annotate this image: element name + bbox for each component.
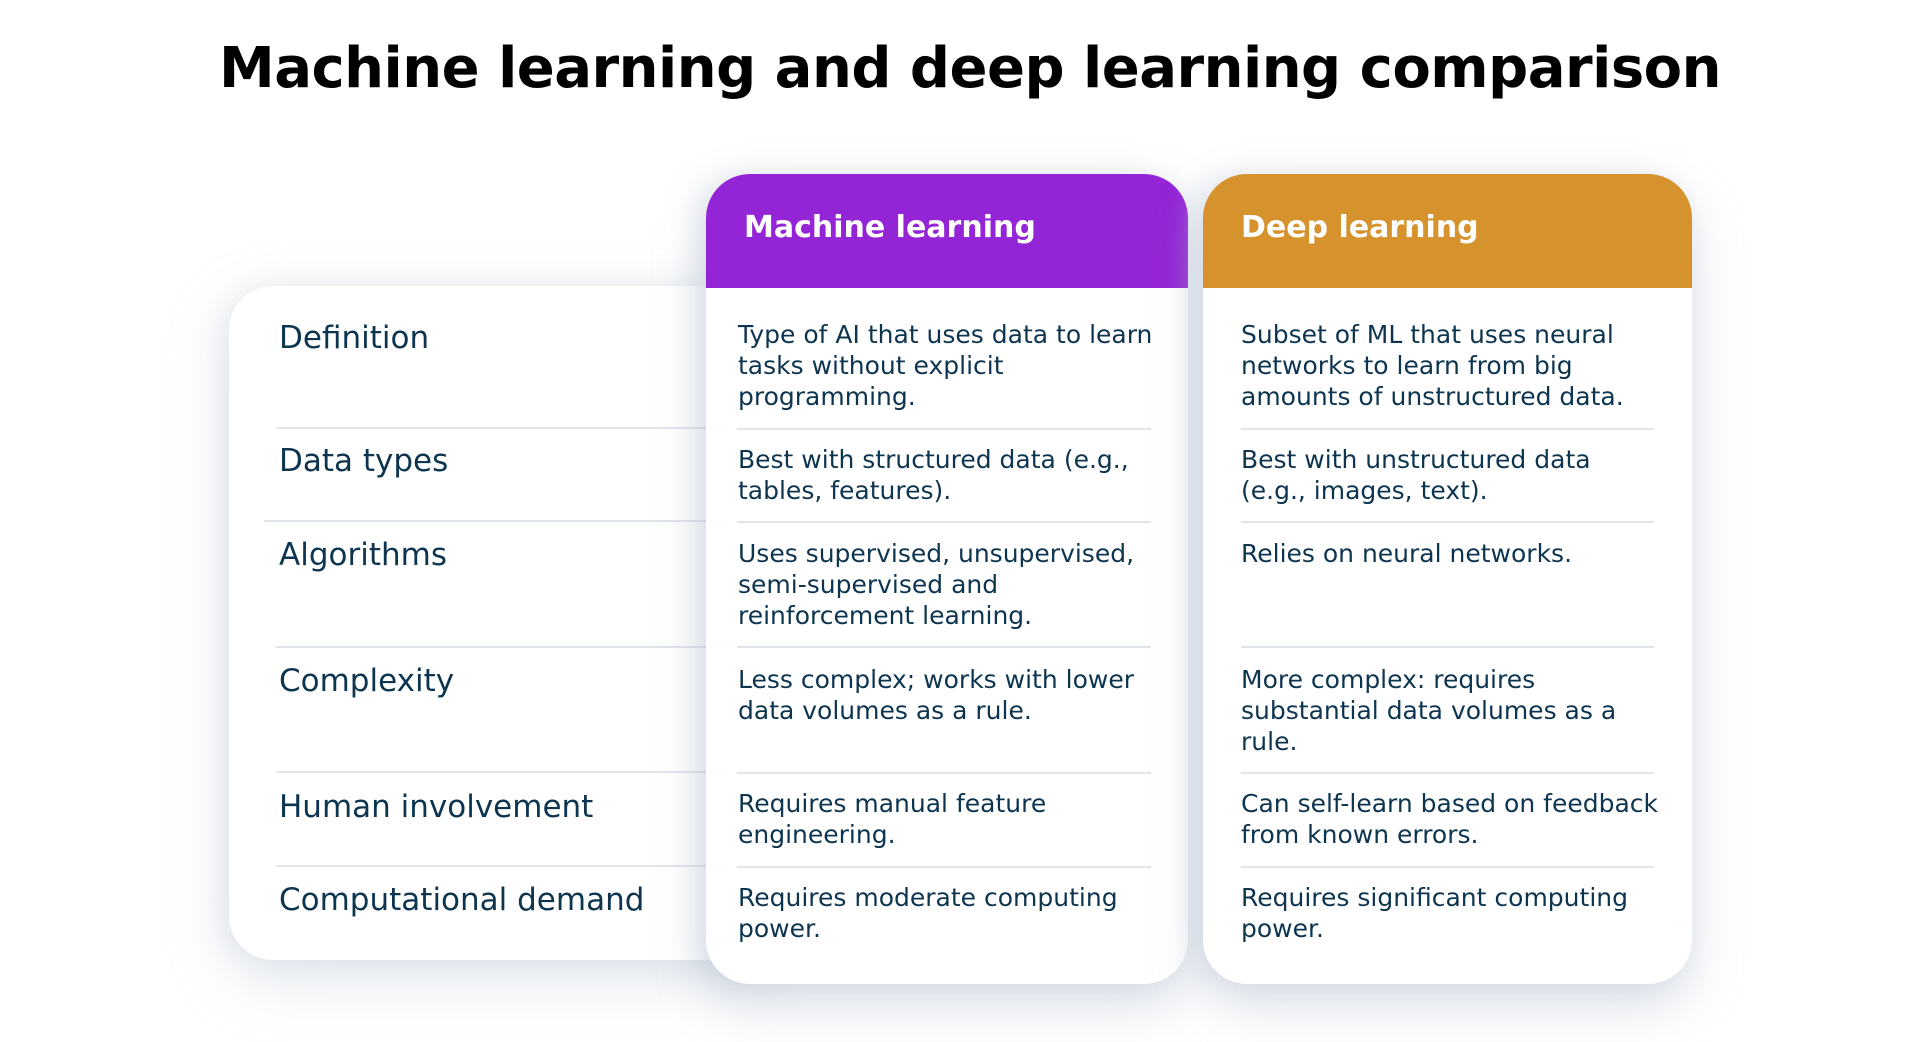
row-divider: [737, 646, 1151, 648]
ml-cell-human-involvement: Requires manual feature engineering.: [738, 789, 1047, 849]
machine-learning-column: Machine learning Type of AI that uses da…: [706, 174, 1188, 984]
dl-cell-human-involvement: Can self-learn based on feedback from kn…: [1241, 789, 1658, 849]
ml-cell-computational-demand: Requires moderate computing power.: [738, 883, 1118, 943]
dl-cell-complexity: More complex: requires substantial data …: [1241, 665, 1617, 756]
row-divider: [1241, 521, 1654, 523]
row-divider: [264, 520, 706, 522]
row-label-algorithms: Algorithms: [279, 537, 447, 573]
ml-cell-complexity: Less complex; works with lower data volu…: [738, 665, 1134, 725]
page-title: Machine learning and deep learning compa…: [218, 36, 1722, 101]
row-label-complexity: Complexity: [279, 663, 455, 699]
row-label-computational-demand: Computational demand: [279, 882, 645, 918]
machine-learning-header: Machine learning: [706, 174, 1188, 288]
row-labels-card: Definition Data types Algorithms Complex…: [229, 286, 749, 960]
row-divider: [276, 427, 706, 429]
row-label-data-types: Data types: [279, 443, 449, 479]
row-divider: [737, 428, 1151, 430]
dl-cell-data-types: Best with unstructured data (e.g., image…: [1241, 445, 1591, 505]
deep-learning-header: Deep learning: [1203, 174, 1692, 288]
row-divider: [276, 771, 706, 773]
row-divider: [276, 865, 706, 867]
row-divider: [737, 772, 1151, 774]
deep-learning-column: Deep learning Subset of ML that uses neu…: [1203, 174, 1692, 984]
ml-cell-data-types: Best with structured data (e.g., tables,…: [738, 445, 1129, 505]
ml-cell-algorithms: Uses supervised, unsupervised, semi-supe…: [738, 539, 1135, 630]
dl-cell-computational-demand: Requires significant computing power.: [1241, 883, 1628, 943]
row-divider: [1241, 772, 1654, 774]
row-divider: [737, 866, 1151, 868]
dl-cell-algorithms: Relies on neural networks.: [1241, 539, 1573, 568]
dl-cell-definition: Subset of ML that uses neural networks t…: [1241, 320, 1624, 411]
row-divider: [1241, 428, 1654, 430]
row-divider: [737, 521, 1151, 523]
row-label-human-involvement: Human involvement: [279, 789, 594, 825]
row-label-definition: Definition: [279, 320, 430, 356]
row-divider: [276, 646, 706, 648]
row-divider: [1241, 866, 1654, 868]
ml-cell-definition: Type of AI that uses data to learn tasks…: [738, 320, 1153, 411]
comparison-infographic: Machine learning and deep learning compa…: [0, 0, 1920, 1042]
row-divider: [1241, 646, 1654, 648]
